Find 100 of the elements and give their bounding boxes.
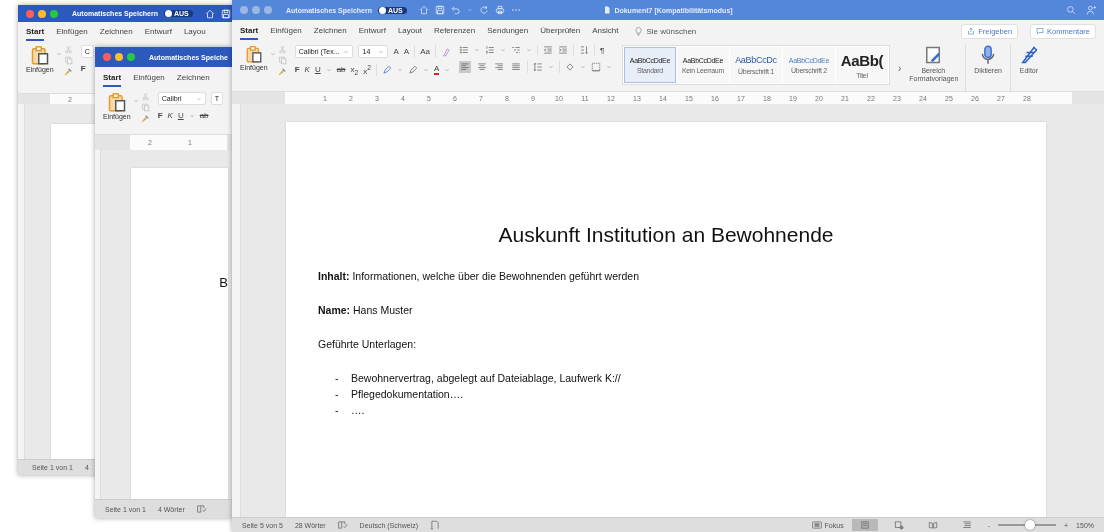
caret-icon[interactable] <box>547 64 554 70</box>
proofing-icon[interactable] <box>337 520 348 530</box>
change-case-button[interactable]: Aa <box>420 47 430 56</box>
track-changes-icon[interactable] <box>429 520 440 530</box>
ribbon-tab[interactable]: Sendungen <box>487 22 529 40</box>
decrease-indent-icon[interactable] <box>542 45 553 55</box>
format-button[interactable]: ab <box>336 65 346 75</box>
format-button[interactable]: U <box>314 65 321 75</box>
bullet-list-icon[interactable] <box>458 45 469 55</box>
copy-icon[interactable] <box>63 56 73 65</box>
scissors-icon[interactable] <box>140 92 150 101</box>
ribbon-tab[interactable]: Zeichnen <box>99 23 133 41</box>
scissors-icon[interactable] <box>63 45 73 54</box>
align-center-icon[interactable] <box>475 61 488 73</box>
multilevel-list-icon[interactable] <box>510 45 521 55</box>
caret-icon[interactable] <box>525 47 532 53</box>
ribbon-tab[interactable]: Zeichnen <box>176 69 210 87</box>
format-button[interactable]: F <box>157 111 163 120</box>
caret-icon[interactable] <box>55 51 62 57</box>
format-button[interactable]: F <box>80 64 86 73</box>
format-button[interactable]: K <box>167 111 173 120</box>
ribbon-tab[interactable]: Referenzen <box>433 22 476 40</box>
home-icon[interactable] <box>418 5 429 15</box>
search-icon[interactable] <box>1066 5 1076 15</box>
close-button[interactable] <box>240 6 248 14</box>
brush-icon[interactable] <box>140 114 150 123</box>
ribbon-tab[interactable]: Entwurf <box>144 23 172 41</box>
caret-icon[interactable] <box>473 47 480 53</box>
eraser-icon[interactable] <box>440 46 451 57</box>
caret-icon[interactable] <box>605 64 612 70</box>
font-color-button[interactable]: A <box>433 64 440 76</box>
caret-icon[interactable] <box>444 66 451 73</box>
tell-me-field[interactable]: Sie wünschen <box>646 26 697 36</box>
minimize-button[interactable] <box>115 53 123 61</box>
caret-icon[interactable] <box>499 47 506 53</box>
ribbon-tab[interactable]: Ansicht <box>592 22 619 40</box>
ribbon-tab[interactable]: Zeichnen <box>313 22 347 40</box>
slider-thumb[interactable] <box>1024 520 1035 530</box>
person-add-icon[interactable] <box>1086 5 1096 15</box>
scissors-icon[interactable] <box>277 45 287 54</box>
clipboard-icon[interactable] <box>244 45 263 63</box>
align-left-icon[interactable] <box>458 61 471 73</box>
ribbon-tab[interactable]: Einfügen <box>270 22 302 40</box>
copy-icon[interactable] <box>140 103 150 112</box>
caret-icon[interactable] <box>188 112 195 119</box>
caret-icon[interactable] <box>269 51 276 57</box>
align-right-icon[interactable] <box>492 61 505 73</box>
line-spacing-icon[interactable] <box>532 62 543 72</box>
caret-icon[interactable] <box>579 64 586 70</box>
brush-icon[interactable] <box>63 67 73 76</box>
minimize-button[interactable] <box>252 6 260 14</box>
proofing-icon[interactable] <box>196 504 207 514</box>
caret-icon[interactable] <box>422 66 429 73</box>
brush-icon[interactable] <box>277 67 287 76</box>
highlighter-icon[interactable] <box>381 64 392 75</box>
sort-icon[interactable] <box>578 45 589 55</box>
print-layout-icon[interactable] <box>851 519 878 531</box>
ribbon-tab[interactable]: Layout <box>397 22 422 40</box>
caret-icon[interactable] <box>466 7 473 13</box>
format-button[interactable]: U <box>177 111 184 120</box>
format-button[interactable]: ab <box>199 111 209 120</box>
ribbon-tab[interactable]: Start <box>26 23 45 41</box>
format-button[interactable]: x$^{2}$ <box>363 64 371 76</box>
caret-icon[interactable] <box>132 98 139 104</box>
numbered-list-icon[interactable] <box>484 45 495 55</box>
clipboard-icon[interactable] <box>29 45 50 65</box>
redo-icon[interactable] <box>478 5 489 15</box>
close-button[interactable] <box>103 53 111 61</box>
minimize-button[interactable] <box>38 9 46 18</box>
ribbon-tab[interactable]: Überprüfen <box>540 22 581 40</box>
format-button[interactable]: F <box>294 65 300 75</box>
shrink-font-button[interactable]: A <box>403 47 410 56</box>
increase-indent-icon[interactable] <box>557 45 568 55</box>
ribbon-tab[interactable]: Einfügen <box>56 23 88 41</box>
grow-font-button[interactable]: A <box>393 47 399 56</box>
ribbon-tab[interactable]: Start <box>103 69 122 87</box>
more-styles-arrow[interactable]: › <box>897 62 902 74</box>
format-button[interactable]: x$_{2}$ <box>350 64 359 76</box>
justify-icon[interactable] <box>509 61 522 73</box>
ribbon-tab[interactable]: Entwurf <box>358 22 386 40</box>
borders-icon[interactable] <box>590 62 601 72</box>
undo-icon[interactable] <box>450 5 461 15</box>
highlighter-icon[interactable] <box>407 64 418 75</box>
shading-icon[interactable] <box>564 62 575 72</box>
ribbon-tab[interactable]: Einfügen <box>133 69 165 87</box>
format-button[interactable]: K <box>304 65 310 75</box>
caret-icon[interactable] <box>325 66 332 73</box>
print-icon[interactable] <box>494 5 505 15</box>
zoom-button[interactable] <box>127 53 135 61</box>
caret-icon[interactable] <box>396 66 403 73</box>
ribbon-tab[interactable]: Layou <box>183 23 206 41</box>
close-button[interactable] <box>26 9 34 18</box>
clipboard-icon[interactable] <box>106 92 127 112</box>
zoom-button[interactable] <box>264 6 272 14</box>
zoom-button[interactable] <box>50 9 58 18</box>
focus-icon[interactable] <box>811 520 822 530</box>
copy-icon[interactable] <box>277 56 287 65</box>
pilcrow-button[interactable]: ¶ <box>599 45 605 55</box>
ribbon-tab[interactable]: Start <box>240 22 259 40</box>
save-icon[interactable] <box>434 5 445 15</box>
